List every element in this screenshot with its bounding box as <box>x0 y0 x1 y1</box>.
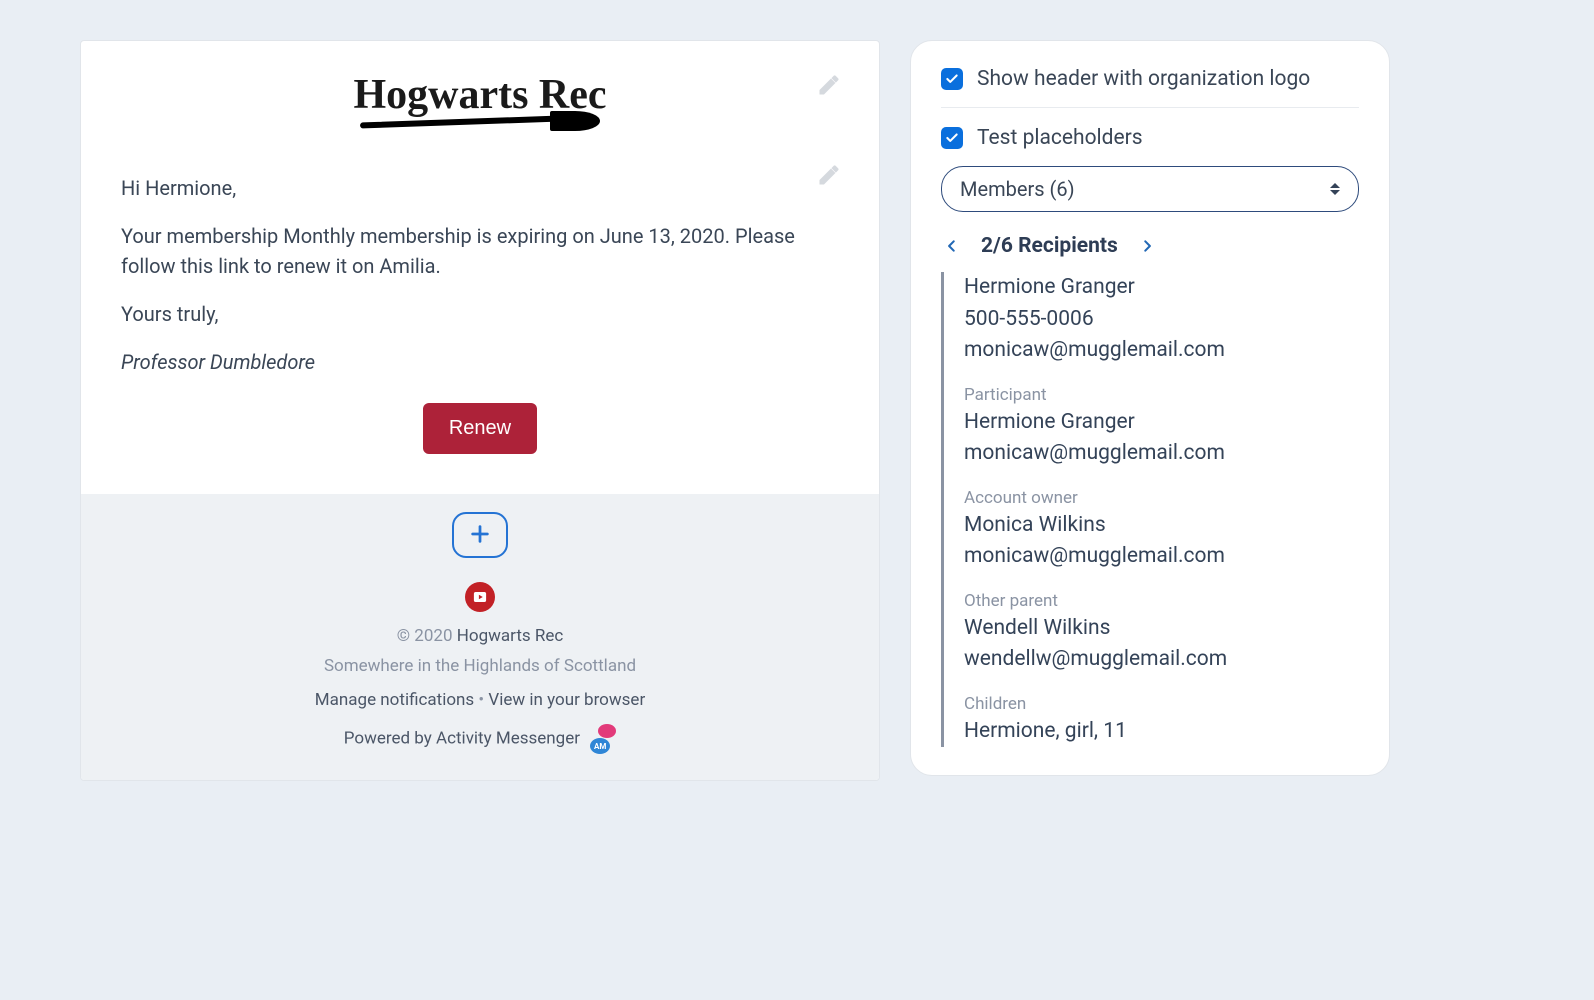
add-block-button[interactable] <box>452 512 508 558</box>
email-body-section: Hi Hermione, Your membership Monthly mem… <box>81 153 879 494</box>
manage-notifications-link[interactable]: Manage notifications <box>315 690 474 710</box>
view-in-browser-link[interactable]: View in your browser <box>488 690 645 710</box>
footer-links: Manage notifications • View in your brow… <box>121 690 839 710</box>
edit-body-icon[interactable] <box>817 163 841 187</box>
edit-header-icon[interactable] <box>817 73 841 97</box>
recipient-name: Hermione Granger <box>964 272 1359 304</box>
select-caret-icon <box>1330 183 1340 195</box>
pager-next-button[interactable] <box>1140 235 1154 257</box>
email-signature: Professor Dumbledore <box>121 347 839 377</box>
footer-org-link[interactable]: Hogwarts Rec <box>457 626 564 646</box>
test-placeholders-checkbox[interactable] <box>941 127 963 149</box>
footer-address: Somewhere in the Highlands of Scottland <box>121 656 839 676</box>
participant-email: monicaw@mugglemail.com <box>964 438 1359 470</box>
pager-label: 2/6 Recipients <box>981 234 1118 258</box>
renew-button[interactable]: Renew <box>423 403 537 454</box>
account-owner-label: Account owner <box>964 488 1359 508</box>
recipient-panel: Hermione Granger 500-555-0006 monicaw@mu… <box>941 272 1359 747</box>
organization-logo: Hogwarts Rec <box>353 71 606 133</box>
recipient-email: monicaw@mugglemail.com <box>964 335 1359 367</box>
email-closing: Yours truly, <box>121 299 839 329</box>
footer-copyright: © 2020 Hogwarts Rec <box>121 626 839 646</box>
youtube-icon[interactable] <box>465 582 495 612</box>
email-body-text: Your membership Monthly membership is ex… <box>121 221 839 281</box>
test-placeholders-label: Test placeholders <box>977 126 1143 150</box>
footer-powered-by: Powered by Activity Messenger AM <box>121 728 839 750</box>
test-placeholders-toggle-row[interactable]: Test placeholders <box>941 126 1359 150</box>
plus-icon <box>469 523 491 548</box>
show-header-checkbox[interactable] <box>941 68 963 90</box>
recipient-phone: 500-555-0006 <box>964 304 1359 336</box>
activity-messenger-logo-icon: AM <box>590 728 616 750</box>
email-header-section: Hogwarts Rec <box>81 41 879 153</box>
broom-icon <box>360 113 600 133</box>
account-owner-name: Monica Wilkins <box>964 510 1359 542</box>
show-header-label: Show header with organization logo <box>977 67 1310 91</box>
participant-name: Hermione Granger <box>964 407 1359 439</box>
divider <box>941 107 1359 108</box>
sidebar-card: Show header with organization logo Test … <box>910 40 1390 776</box>
children-label: Children <box>964 694 1359 714</box>
recipients-pager: 2/6 Recipients <box>941 234 1359 258</box>
pager-prev-button[interactable] <box>945 235 959 257</box>
email-greeting: Hi Hermione, <box>121 173 839 203</box>
account-owner-email: monicaw@mugglemail.com <box>964 541 1359 573</box>
add-block-section <box>81 494 879 568</box>
other-parent-email: wendellw@mugglemail.com <box>964 644 1359 676</box>
other-parent-label: Other parent <box>964 591 1359 611</box>
participant-label: Participant <box>964 385 1359 405</box>
other-parent-name: Wendell Wilkins <box>964 613 1359 645</box>
members-select-value: Members (6) <box>960 177 1075 201</box>
members-select[interactable]: Members (6) <box>941 166 1359 212</box>
children-value: Hermione, girl, 11 <box>964 716 1359 748</box>
email-preview-card: Hogwarts Rec Hi Hermione, Your membershi… <box>80 40 880 781</box>
show-header-toggle-row[interactable]: Show header with organization logo <box>941 67 1359 91</box>
email-footer-section: © 2020 Hogwarts Rec Somewhere in the Hig… <box>81 568 879 780</box>
